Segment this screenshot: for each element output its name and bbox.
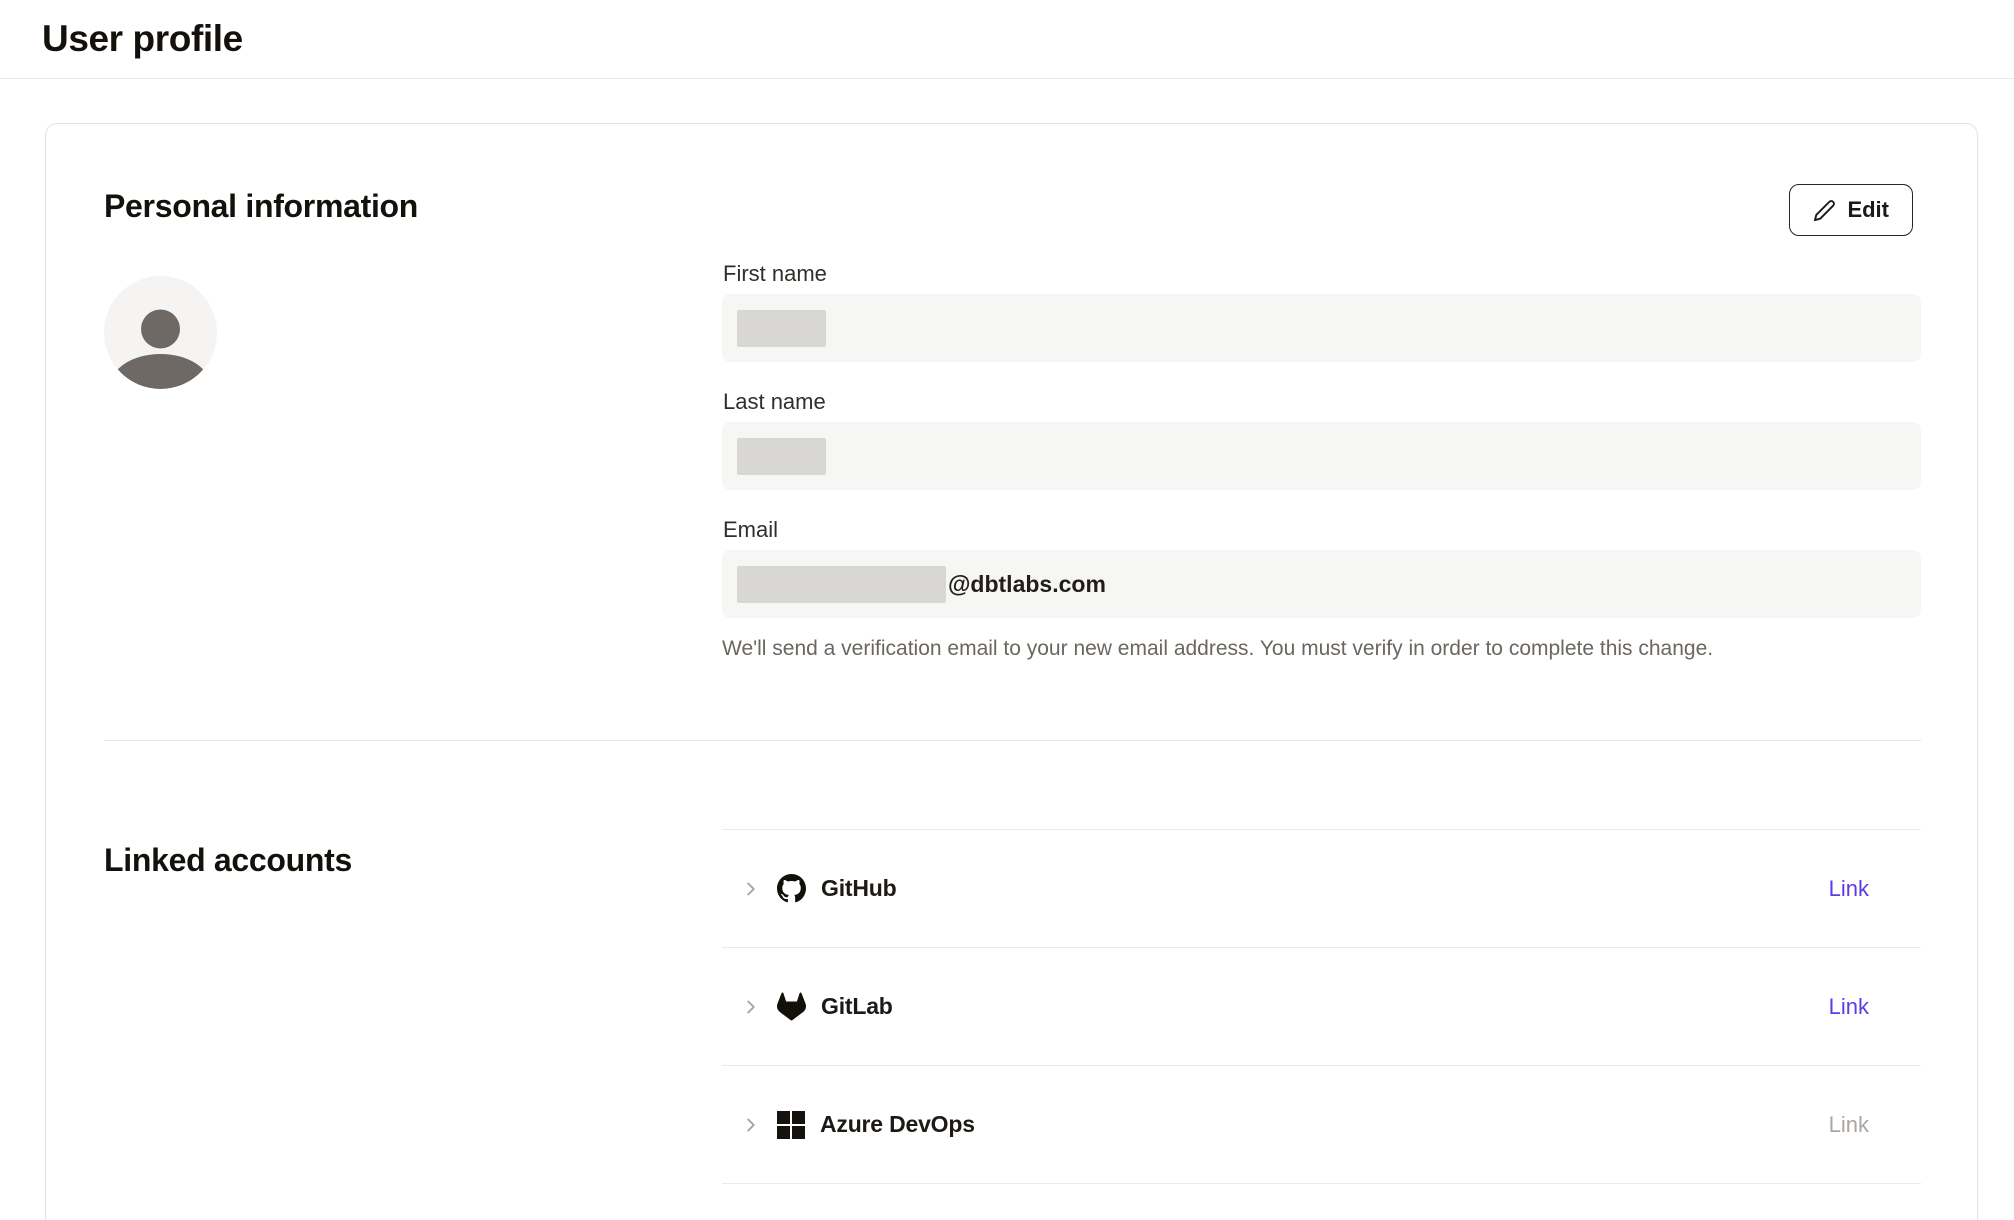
avatar-column (104, 263, 722, 660)
linked-account-row-azure-devops[interactable]: Azure DevOps Link (722, 1066, 1921, 1184)
github-icon (777, 874, 806, 903)
gitlab-icon (777, 992, 806, 1021)
section-divider (104, 740, 1921, 741)
linked-account-name: GitHub (821, 875, 896, 902)
personal-information-section: Personal information Edit (104, 124, 1921, 741)
edit-button[interactable]: Edit (1789, 184, 1913, 236)
linked-account-name: Azure DevOps (820, 1111, 975, 1138)
user-profile-card: Personal information Edit (45, 123, 1978, 1220)
pencil-icon (1813, 199, 1836, 222)
email-group: Email @dbtlabs.com We'll send a verifica… (722, 519, 1921, 660)
linked-accounts-heading-column: Linked accounts (104, 829, 722, 1184)
first-name-group: First name (722, 263, 1921, 362)
page-header: User profile (0, 0, 2014, 79)
personal-information-form: First name Last name Email @dbtlabs. (722, 263, 1921, 660)
avatar (104, 276, 217, 389)
chevron-right-icon[interactable] (740, 878, 762, 900)
redacted-first-name-value (737, 310, 826, 347)
gitlab-link-action[interactable]: Link (1829, 994, 1869, 1020)
email-label: Email (723, 519, 1921, 541)
linked-account-row-github[interactable]: GitHub Link (722, 830, 1921, 948)
linked-account-name: GitLab (821, 993, 893, 1020)
redacted-email-local-part (737, 566, 946, 603)
azure-devops-icon (777, 1111, 805, 1139)
last-name-group: Last name (722, 391, 1921, 490)
email-helper-text: We'll send a verification email to your … (722, 637, 1921, 660)
email-domain-suffix: @dbtlabs.com (948, 571, 1106, 598)
page-title: User profile (42, 18, 243, 60)
redacted-last-name-value (737, 438, 826, 475)
person-icon (104, 276, 217, 389)
last-name-field[interactable] (722, 422, 1921, 490)
chevron-right-icon[interactable] (740, 996, 762, 1018)
linked-account-row-gitlab[interactable]: GitLab Link (722, 948, 1921, 1066)
github-link-action[interactable]: Link (1829, 876, 1869, 902)
linked-accounts-section: Linked accounts GitHub Link (104, 829, 1921, 1184)
email-field[interactable]: @dbtlabs.com (722, 550, 1921, 618)
last-name-label: Last name (723, 391, 1921, 413)
linked-accounts-list: GitHub Link GitLab Link (722, 829, 1921, 1184)
chevron-right-icon[interactable] (740, 1114, 762, 1136)
edit-button-label: Edit (1847, 197, 1889, 223)
linked-accounts-heading: Linked accounts (104, 840, 722, 880)
first-name-label: First name (723, 263, 1921, 285)
first-name-field[interactable] (722, 294, 1921, 362)
personal-information-heading: Personal information (104, 186, 1921, 226)
azure-devops-link-action: Link (1829, 1112, 1869, 1138)
